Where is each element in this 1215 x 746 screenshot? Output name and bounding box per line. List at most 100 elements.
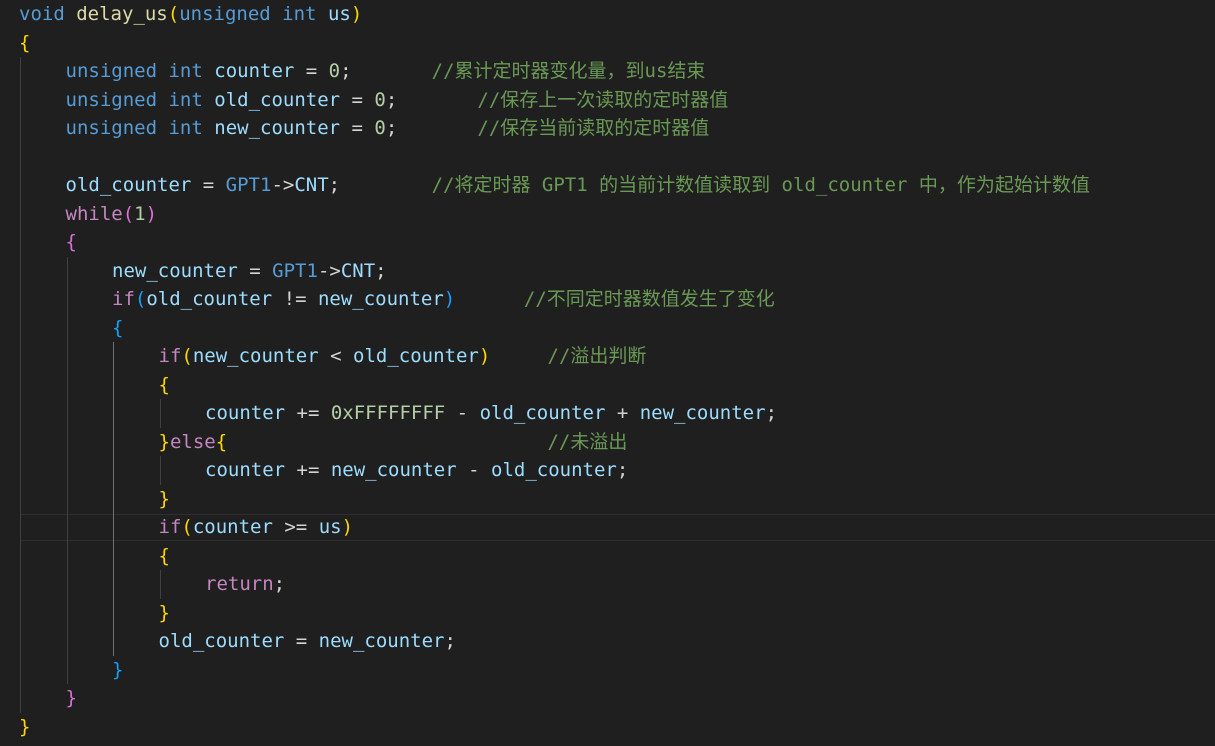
code-token-default: += bbox=[285, 459, 331, 481]
code-token-comment: //未溢出 bbox=[547, 430, 628, 453]
code-line[interactable] bbox=[0, 143, 1215, 172]
code-token-bracket-gold: ( bbox=[167, 3, 180, 25]
code-token-comment: //累计定时器变化量，到us结束 bbox=[431, 60, 706, 82]
code-token-default bbox=[227, 431, 547, 453]
code-token-keyword: unsigned bbox=[65, 88, 158, 111]
code-token-bracket-gold: { bbox=[19, 31, 31, 54]
code-line-content: }else{ //未溢出 bbox=[159, 428, 628, 457]
code-line-content: { bbox=[159, 371, 170, 400]
code-line[interactable]: old_counter = GPT1->CNT; //将定时器 GPT1 的当前… bbox=[0, 171, 1215, 200]
code-token-default: < bbox=[318, 345, 354, 367]
code-line[interactable]: counter += 0xFFFFFFFF - old_counter + ne… bbox=[0, 399, 1215, 428]
code-token-default: ; bbox=[385, 117, 478, 139]
code-line[interactable]: { bbox=[0, 371, 1215, 400]
code-token-bracket-gold: ) bbox=[341, 516, 354, 538]
code-line[interactable]: { bbox=[0, 542, 1215, 571]
code-token-number: 1 bbox=[134, 202, 146, 225]
code-line-content: new_counter = GPT1->CNT; bbox=[112, 257, 387, 286]
code-line[interactable]: old_counter = new_counter; bbox=[0, 627, 1215, 656]
code-line-content: unsigned int counter = 0; //累计定时器变化量，到us… bbox=[66, 57, 706, 86]
code-token-variable: CNT bbox=[294, 174, 329, 196]
code-token-comment: //保存上一次读取的定时器值 bbox=[477, 88, 729, 111]
code-token-bracket-gold: } bbox=[158, 601, 170, 624]
code-token-variable: counter bbox=[205, 402, 286, 424]
code-token-control: if bbox=[112, 288, 135, 310]
code-token-keyword: unsigned bbox=[179, 3, 271, 25]
code-line[interactable]: return; bbox=[0, 570, 1215, 599]
code-token-default: ; bbox=[385, 88, 478, 111]
code-line[interactable]: while(1) bbox=[0, 200, 1215, 229]
code-line[interactable]: if(counter >= us) bbox=[0, 513, 1215, 542]
code-token-number: 0xFFFFFFFF bbox=[330, 402, 446, 424]
code-line[interactable]: }else{ //未溢出 bbox=[0, 428, 1215, 457]
code-line[interactable]: unsigned int new_counter = 0; //保存当前读取的定… bbox=[0, 114, 1215, 143]
code-line[interactable]: new_counter = GPT1->CNT; bbox=[0, 257, 1215, 286]
code-token-control: while bbox=[65, 202, 123, 225]
code-line[interactable]: void delay_us(unsigned int us) bbox=[0, 0, 1215, 29]
code-editor[interactable]: void delay_us(unsigned int us){unsigned … bbox=[0, 0, 1215, 746]
code-token-default: = bbox=[284, 630, 319, 652]
code-token-default bbox=[65, 3, 76, 25]
code-line-content: unsigned int new_counter = 0; //保存当前读取的定… bbox=[66, 114, 710, 143]
code-token-bracket-gold: ) bbox=[350, 3, 363, 25]
code-token-bracket-gold: ( bbox=[181, 345, 193, 367]
code-token-default: ; bbox=[444, 630, 456, 652]
code-line[interactable]: unsigned int counter = 0; //累计定时器变化量，到us… bbox=[0, 57, 1215, 86]
code-token-bracket-purple: { bbox=[65, 231, 77, 253]
code-line-content: if(counter >= us) bbox=[159, 513, 354, 542]
code-token-bracket-gold: ( bbox=[181, 516, 193, 538]
code-token-function: delay_us bbox=[76, 3, 168, 25]
code-token-default: ; bbox=[328, 174, 432, 196]
code-token-comment: //不同定时器数值发生了变化 bbox=[523, 288, 775, 310]
code-token-default bbox=[203, 117, 214, 139]
code-token-default: = bbox=[294, 60, 329, 82]
code-token-bracket-purple: ( bbox=[122, 202, 135, 225]
code-token-variable: old_counter bbox=[158, 630, 285, 652]
code-line[interactable]: } bbox=[0, 599, 1215, 628]
code-line-content: while(1) bbox=[66, 200, 158, 229]
code-line[interactable]: { bbox=[0, 314, 1215, 343]
code-line[interactable]: { bbox=[0, 29, 1215, 58]
code-token-default: += bbox=[285, 402, 331, 424]
code-token-bracket-blue: } bbox=[112, 658, 124, 681]
code-token-bracket-gold: } bbox=[158, 430, 170, 453]
code-token-variable: new_counter bbox=[318, 630, 445, 652]
code-token-keyword: int bbox=[168, 60, 203, 82]
code-line[interactable]: } bbox=[0, 656, 1215, 685]
code-token-bracket-gold: ) bbox=[478, 345, 491, 367]
code-token-control: if bbox=[158, 516, 182, 538]
code-token-variable: old_counter bbox=[353, 345, 479, 367]
code-token-bracket-gold: { bbox=[158, 373, 170, 396]
code-line-content: } bbox=[159, 599, 170, 628]
code-line[interactable]: } bbox=[0, 713, 1215, 742]
code-token-bracket-purple: ) bbox=[145, 202, 158, 225]
code-line[interactable]: if(new_counter < old_counter) //溢出判断 bbox=[0, 342, 1215, 371]
code-line[interactable]: if(old_counter != new_counter) //不同定时器数值… bbox=[0, 285, 1215, 314]
code-token-bracket-blue: ) bbox=[443, 288, 456, 310]
code-line[interactable]: } bbox=[0, 684, 1215, 713]
code-token-variable: CNT bbox=[340, 259, 376, 282]
code-token-comment: //保存当前读取的定时器值 bbox=[477, 117, 710, 139]
code-token-number: 0 bbox=[374, 117, 386, 139]
code-token-variable: new_counter bbox=[192, 345, 319, 367]
code-line-content: if(old_counter != new_counter) //不同定时器数值… bbox=[112, 285, 775, 314]
code-line-content: old_counter = new_counter; bbox=[159, 627, 456, 656]
code-token-default: ; bbox=[340, 60, 432, 82]
code-token-variable: new_counter bbox=[112, 259, 238, 282]
code-token-bracket-gold: } bbox=[158, 487, 170, 510]
code-line[interactable]: { bbox=[0, 228, 1215, 257]
code-token-default: != bbox=[272, 288, 318, 310]
code-token-bracket-blue: { bbox=[112, 316, 124, 339]
code-token-keyword: int bbox=[168, 88, 203, 111]
code-token-default: = bbox=[237, 259, 273, 282]
code-line-content: } bbox=[159, 485, 170, 514]
code-line-content: counter += new_counter - old_counter; bbox=[205, 456, 628, 485]
code-token-default: >= bbox=[272, 516, 319, 538]
code-token-comment: //将定时器 GPT1 的当前计数值读取到 old_counter 中，作为起始… bbox=[431, 174, 1090, 196]
code-line[interactable]: counter += new_counter - old_counter; bbox=[0, 456, 1215, 485]
code-token-default: ; bbox=[273, 573, 286, 595]
code-line[interactable]: unsigned int old_counter = 0; //保存上一次读取的… bbox=[0, 86, 1215, 115]
code-line[interactable]: } bbox=[0, 485, 1215, 514]
code-token-variable: us bbox=[318, 516, 342, 538]
code-line-content: { bbox=[19, 29, 30, 58]
